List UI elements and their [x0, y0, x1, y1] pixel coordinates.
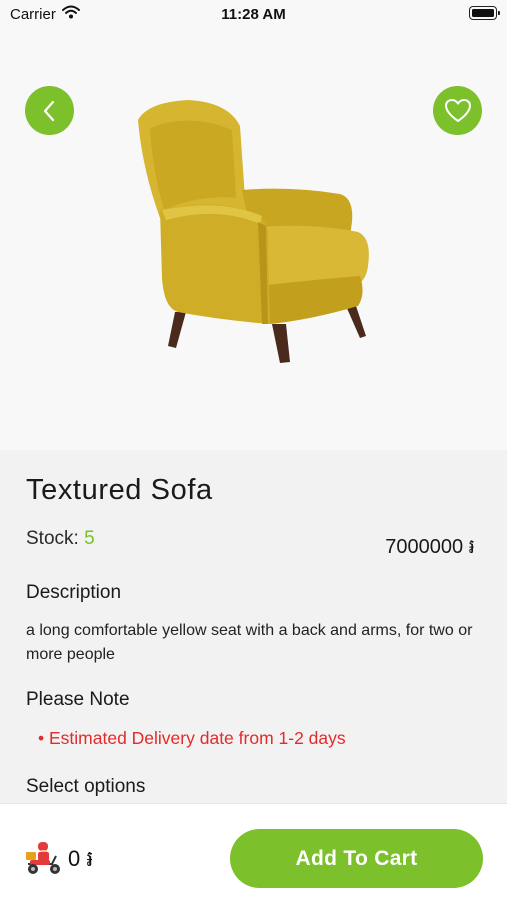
description-text: a long comfortable yellow seat with a ba…: [26, 622, 473, 663]
options-heading: Select options: [26, 776, 146, 797]
back-button[interactable]: [25, 86, 74, 135]
stock-value: 5: [84, 528, 95, 549]
stock-label: Stock:: [26, 528, 79, 549]
product-title: Textured Sofa: [26, 474, 213, 506]
stock-info: Stock: 5: [26, 528, 95, 550]
favorite-button[interactable]: [433, 86, 482, 135]
delivery-scooter-icon: [26, 842, 60, 874]
note-heading: Please Note: [26, 689, 130, 710]
battery-icon: [469, 6, 500, 20]
description-heading: Description: [26, 582, 122, 603]
product-price: 7000000 ៛: [385, 536, 475, 558]
status-bar: Carrier 11:28 AM: [0, 0, 507, 30]
chevron-left-icon: [43, 100, 54, 121]
heart-outline-icon: [444, 98, 471, 122]
cart-total: 0 ៛: [68, 846, 94, 871]
add-to-cart-button[interactable]: Add To Cart: [230, 829, 483, 888]
product-image-area: [0, 0, 507, 450]
bottom-bar: 0 ៛ Add To Cart: [0, 803, 507, 900]
clock: 11:28 AM: [221, 6, 286, 23]
product-image: [138, 100, 369, 363]
delivery-note: • Estimated Delivery date from 1-2 days: [38, 728, 346, 748]
